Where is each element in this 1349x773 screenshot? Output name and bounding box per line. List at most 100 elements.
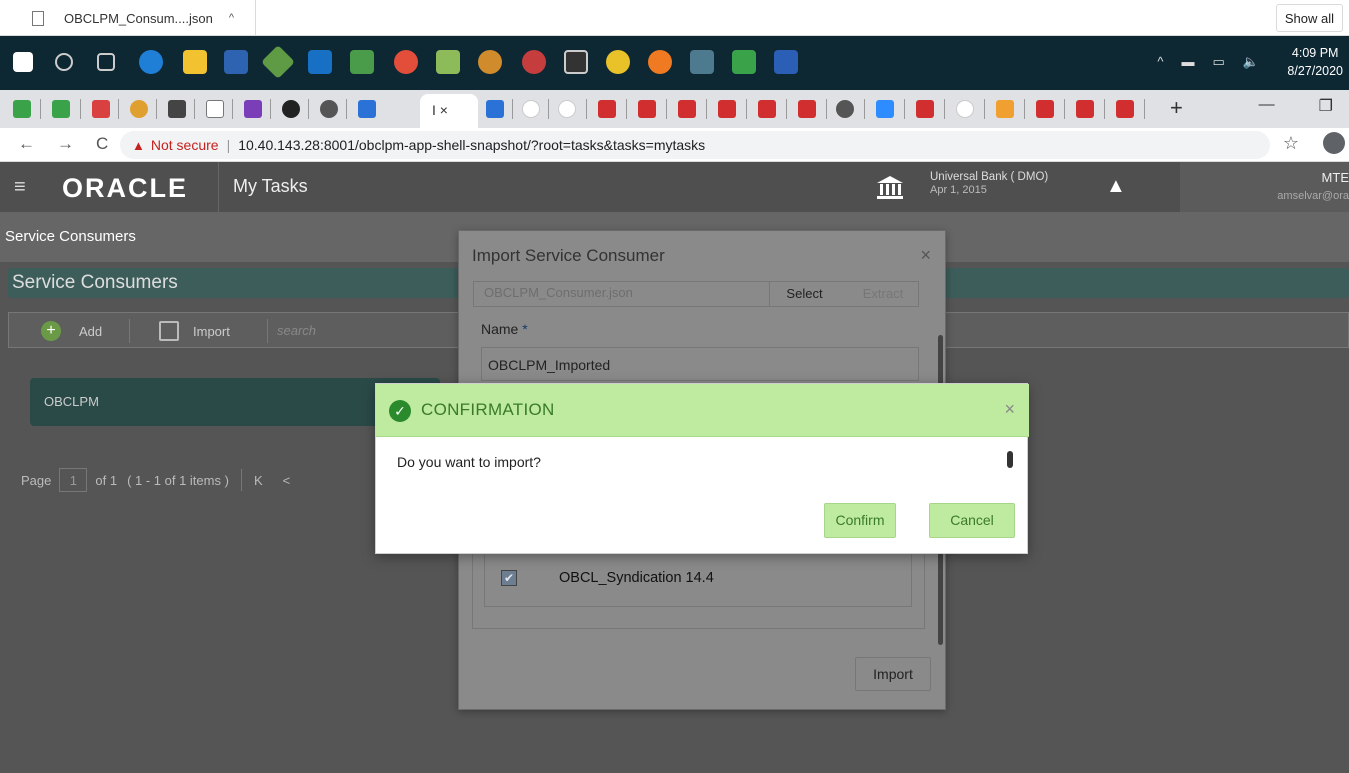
download-item[interactable]: OBCLPM_Consum....json ^ [0,0,256,36]
word-icon[interactable] [774,50,798,74]
postman-icon[interactable] [648,50,672,74]
tab-separator [1024,99,1025,119]
tab-favicon-icon[interactable] [836,100,854,118]
notification-bell-icon[interactable]: ▲ [1106,175,1126,198]
tab-favicon-icon[interactable] [13,100,31,118]
zoom-icon[interactable] [876,100,894,118]
confirm-button[interactable]: Confirm [824,503,896,538]
restore-icon[interactable]: ❐ [1319,96,1333,116]
bank-icon[interactable] [876,174,904,200]
oracle-tab-icon[interactable] [1036,100,1054,118]
active-tab[interactable]: I × [420,94,478,128]
confluence-icon[interactable] [358,100,376,118]
import-button[interactable]: Import [159,321,230,341]
not-secure-label[interactable]: Not secure [151,137,219,153]
tab-favicon-icon[interactable] [206,100,224,118]
slack-icon[interactable] [350,50,374,74]
file-explorer-icon[interactable] [183,50,207,74]
bookmark-star-icon[interactable]: ☆ [1283,133,1299,154]
reload-icon[interactable]: C [96,134,108,154]
chrome-canary-icon[interactable] [606,50,630,74]
paint-icon[interactable] [522,50,546,74]
task-view-icon[interactable] [97,53,115,71]
tab-separator [346,99,347,119]
oracle-tab-icon[interactable] [1116,100,1134,118]
confluence-icon[interactable] [486,100,504,118]
tab-separator [706,99,707,119]
import-submit-button[interactable]: Import [855,657,931,691]
user-menu[interactable]: MTE amselvar@ora [1180,162,1349,212]
list-item: ✔ OBCL_Syndication 14.4 [484,553,912,607]
minimize-icon[interactable]: — [1259,96,1275,116]
oracle-tab-icon[interactable] [1076,100,1094,118]
tab-favicon-icon[interactable] [52,100,70,118]
tab-favicon-icon[interactable] [168,100,186,118]
taskbar-clock[interactable]: 4:09 PM 8/27/2020 [1287,44,1343,80]
stackoverflow-icon[interactable] [996,100,1014,118]
tab-favicon-icon[interactable] [244,100,262,118]
download-options-caret[interactable]: ^ [229,12,234,24]
oracle-tab-icon[interactable] [598,100,616,118]
back-icon[interactable]: ← [18,134,35,154]
extract-button[interactable]: Extract [846,282,920,306]
pagination: Page 1 of 1 ( 1 - 1 of 1 items ) K < [21,468,290,492]
download-file-name[interactable]: OBCLPM_Consum....json [64,11,213,26]
oracle-tab-icon[interactable] [638,100,656,118]
battery-icon[interactable]: ▬ [1182,54,1195,70]
select-file-button[interactable]: Select [769,282,839,306]
tab-favicon-icon[interactable] [92,100,110,118]
oracle-tab-icon[interactable] [798,100,816,118]
add-button[interactable]: + Add [41,321,102,341]
cancel-button[interactable]: Cancel [929,503,1015,538]
chrome-icon[interactable] [394,50,418,74]
prev-page-button[interactable]: < [283,473,291,488]
window-controls: — ❐ [1259,96,1333,116]
terminal-icon[interactable] [564,50,588,74]
name-input[interactable]: OBCLPM_Imported [481,347,919,381]
hamburger-menu-icon[interactable]: ≡ [14,176,26,199]
tab-separator [548,99,549,119]
notepad-plus-icon[interactable] [436,50,460,74]
confirmation-scrollbar[interactable] [1007,451,1013,468]
item-checkbox[interactable]: ✔ [501,570,517,586]
close-icon[interactable]: × [1004,399,1015,420]
powershell-icon[interactable] [224,50,248,74]
teams-icon[interactable] [690,50,714,74]
oracle-tab-icon[interactable] [718,100,736,118]
oracle-tab-icon[interactable] [758,100,776,118]
oracle-tab-icon[interactable] [678,100,696,118]
outlook-icon[interactable] [308,50,332,74]
tab-favicon-icon[interactable] [320,100,338,118]
new-tab-button[interactable]: + [1170,95,1183,121]
github-icon[interactable] [282,100,300,118]
profile-avatar[interactable] [1323,132,1345,154]
oracle-tab-icon[interactable] [916,100,934,118]
vs-code-icon[interactable] [732,50,756,74]
address-bar[interactable]: ▲ Not secure | 10.40.143.28:8001/obclpm-… [120,131,1270,159]
tray-chevron-icon[interactable]: ^ [1157,54,1163,70]
url-text[interactable]: 10.40.143.28:8001/obclpm-app-shell-snaps… [238,137,705,153]
warning-icon[interactable]: ▲ [132,138,145,153]
page-title: My Tasks [233,176,308,196]
google-icon[interactable] [558,100,576,118]
search-icon[interactable] [55,53,73,71]
forward-icon[interactable]: → [57,134,74,154]
settings-icon[interactable] [478,50,502,74]
git-icon[interactable] [261,45,295,79]
edge-icon[interactable] [139,50,163,74]
confirmation-title: CONFIRMATION [421,400,555,419]
network-icon[interactable]: ▭ [1213,54,1225,70]
first-page-button[interactable]: K [254,473,263,488]
active-tab-label[interactable]: I × [432,102,448,118]
search-input[interactable]: search [271,318,322,343]
user-id: MTE [1321,170,1349,185]
volume-icon[interactable]: 🔈 [1243,54,1259,70]
page-number-input[interactable]: 1 [59,468,88,492]
bank-name[interactable]: Universal Bank ( DMO) [930,171,1048,183]
google-icon[interactable] [956,100,974,118]
tab-favicon-icon[interactable] [130,100,148,118]
windows-start-icon[interactable] [13,52,33,72]
google-icon[interactable] [522,100,540,118]
show-all-button[interactable]: Show all [1275,4,1343,32]
close-icon[interactable]: × [920,245,931,266]
